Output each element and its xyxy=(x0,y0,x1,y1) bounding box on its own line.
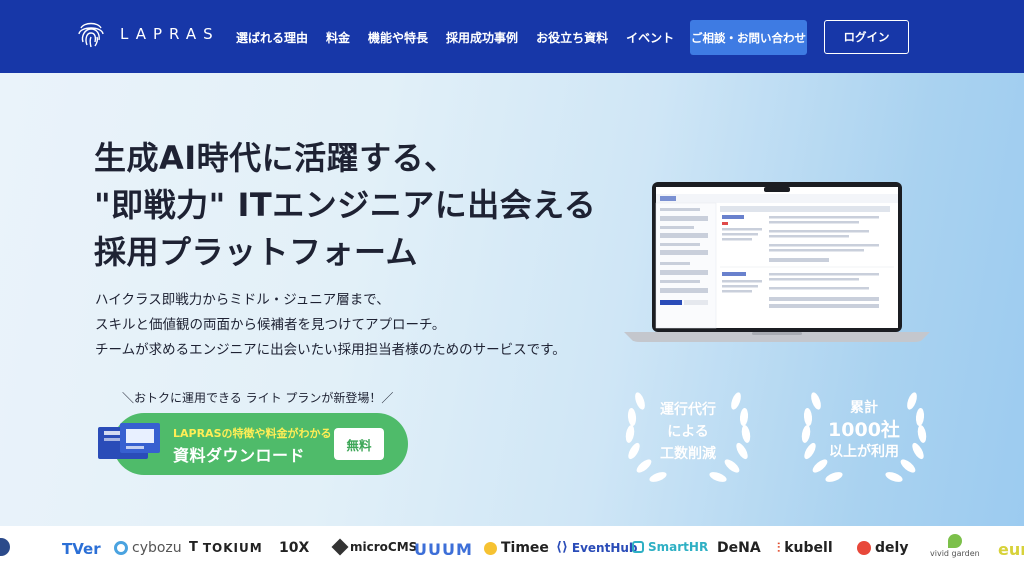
smarthr-icon xyxy=(632,541,644,553)
client-logos-strip: TVer cybozu T TOKIUM 10X microCMS UUUM T… xyxy=(0,526,1024,572)
client-logo-10x: 10X xyxy=(279,540,310,556)
badge-line: 工数削減 xyxy=(660,446,716,462)
eventhub-icon: ⟨⟩ xyxy=(556,540,568,555)
vividgarden-icon xyxy=(947,534,962,548)
client-logo-uuum: UUUM xyxy=(414,540,473,559)
kubell-icon: ⫶ xyxy=(777,540,781,556)
tokium-icon: T xyxy=(189,540,199,555)
badge-line: 以上が利用 xyxy=(829,444,899,460)
headline-line: 生成AI時代に活躍する、 xyxy=(94,139,457,177)
badge-line: 運行代行 xyxy=(660,402,716,418)
lead-line: ハイクラス即戦力からミドル・ジュニア層まで、 xyxy=(95,292,390,308)
microcms-icon xyxy=(331,538,349,556)
client-logo-dena: DeNA xyxy=(717,540,761,556)
client-logo-eventhub: ⟨⟩ EventHub xyxy=(556,540,638,555)
laptop-screenshot xyxy=(624,182,930,342)
dely-icon xyxy=(857,541,871,555)
nav-item-resources[interactable]: お役立ち資料 xyxy=(536,29,608,46)
nav-item-case-studies[interactable]: 採用成功事例 xyxy=(446,29,518,46)
headline-line: "即戦力" ITエンジニアに出会える xyxy=(94,186,597,224)
free-badge: 無料 xyxy=(334,428,384,460)
brand-logo[interactable]: LAPRAS xyxy=(76,18,220,50)
nav-item-reasons[interactable]: 選ばれる理由 xyxy=(236,29,308,46)
promo-caption: ＼おトクに運用できる ライト プランが新登場！／ xyxy=(122,391,394,405)
badge-line: 1000社 xyxy=(828,419,900,441)
badge-line: 累計 xyxy=(850,400,878,416)
client-logo-vividgarden: vivid garden xyxy=(930,534,980,558)
client-logo-timee: Timee xyxy=(484,540,549,556)
headline-line: 採用プラットフォーム xyxy=(94,233,419,271)
hero-headline: 生成AI時代に活躍する、 "即戦力" ITエンジニアに出会える 採用プラットフォ… xyxy=(94,135,596,276)
fingerprint-icon xyxy=(78,22,104,48)
nav-item-features[interactable]: 機能や特長 xyxy=(368,29,428,46)
laurel-badge-users: 累計 1000社 以上が利用 xyxy=(794,381,934,491)
client-logo-tokium: T TOKIUM xyxy=(189,540,263,555)
laurel-badge-agency: 運行代行 による 工数削減 xyxy=(618,381,758,491)
client-logo-dely: dely xyxy=(857,540,908,556)
lead-line: スキルと価値観の両面から候補者を見つけてアプローチ。 xyxy=(95,317,446,333)
hero-lead: ハイクラス即戦力からミドル・ジュニア層まで、 スキルと価値観の両面から候補者を見… xyxy=(95,288,566,363)
brand-name: LAPRAS xyxy=(120,25,220,43)
hero-section: 生成AI時代に活躍する、 "即戦力" ITエンジニアに出会える 採用プラットフォ… xyxy=(0,73,1024,526)
client-logo-tver: TVer xyxy=(62,540,101,558)
client-logo-microcms: microCMS xyxy=(331,538,417,556)
login-button[interactable]: ログイン xyxy=(824,20,909,54)
client-logo-eur: eur xyxy=(998,540,1024,559)
client-logo-cybozu: cybozu xyxy=(114,540,182,556)
contact-button[interactable]: ご相談・お問い合わせ xyxy=(690,20,807,55)
client-logo-smarthr: SmartHR xyxy=(632,540,708,554)
partial-logo-icon xyxy=(0,538,10,556)
lead-line: チームが求めるエンジニアに出会いたい採用担当者様のためのサービスです。 xyxy=(95,342,566,358)
cta-subtitle: LAPRASの特徴や料金がわかる xyxy=(173,427,332,440)
main-nav: 選ばれる理由 料金 機能や特長 採用成功事例 お役立ち資料 イベント xyxy=(236,29,674,46)
cybozu-icon xyxy=(114,541,128,555)
brochure-icon xyxy=(98,423,160,459)
timee-icon xyxy=(484,541,497,555)
badge-line: による xyxy=(667,424,709,440)
cta-label: 資料ダウンロード xyxy=(173,446,306,465)
nav-item-pricing[interactable]: 料金 xyxy=(326,29,350,46)
client-logo-kubell: ⫶ kubell xyxy=(777,540,833,556)
nav-item-events[interactable]: イベント xyxy=(626,29,674,46)
site-header: LAPRAS 選ばれる理由 料金 機能や特長 採用成功事例 お役立ち資料 イベン… xyxy=(0,0,1024,73)
